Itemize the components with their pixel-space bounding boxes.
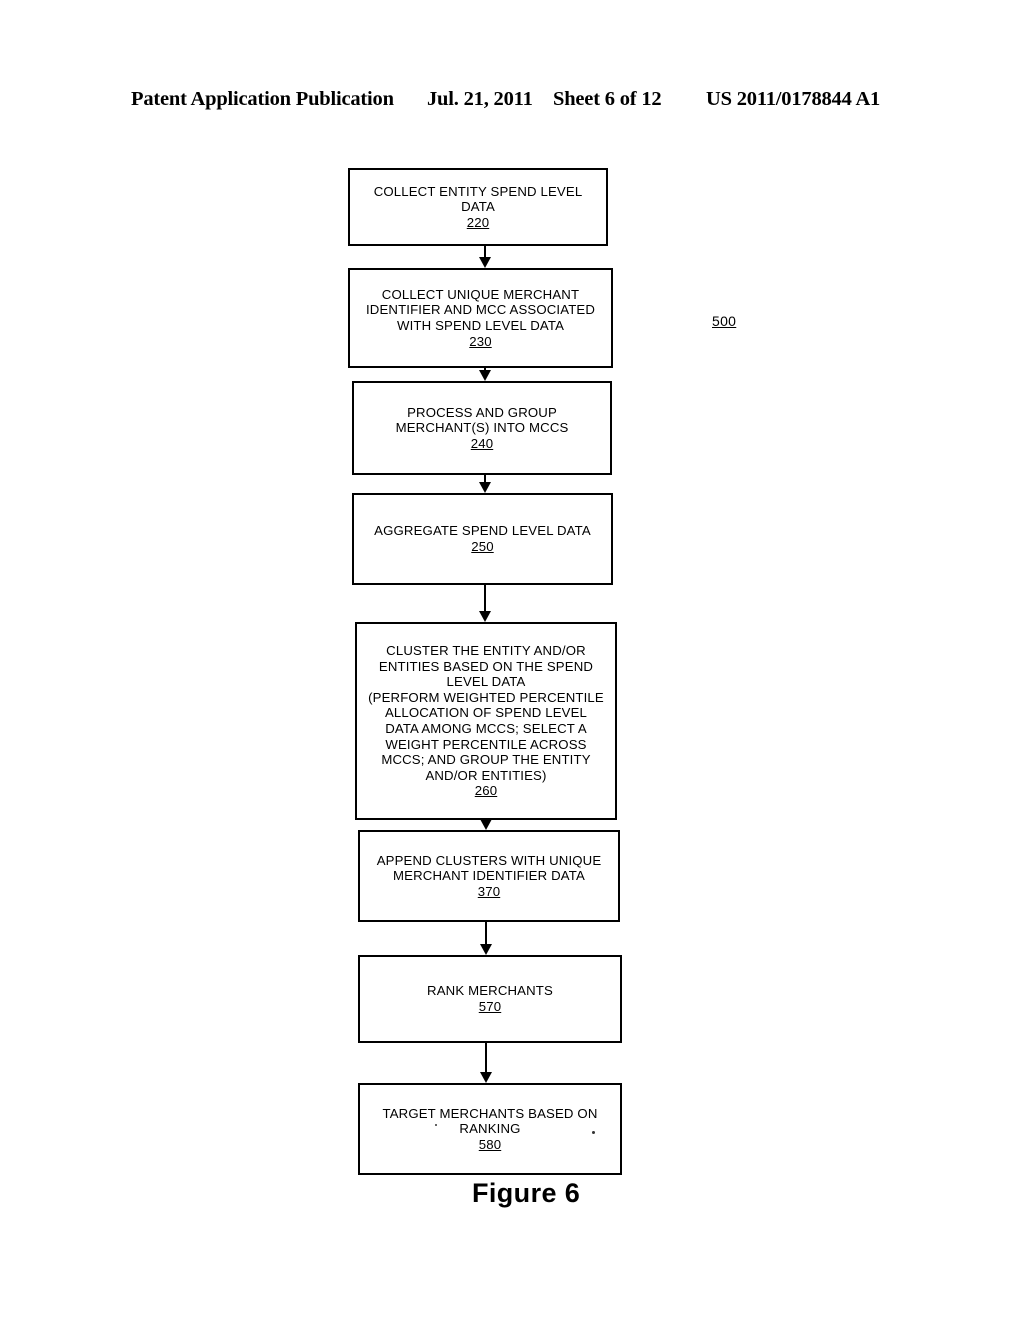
arrow-head-icon — [479, 257, 491, 268]
arrow-shaft — [485, 1043, 487, 1073]
scan-artifact-speck — [435, 1124, 437, 1126]
arrow-220-to-230 — [478, 246, 492, 268]
node-260-reference: 260 — [475, 783, 497, 799]
arrow-head-icon — [479, 370, 491, 381]
diagram-reference-label: 500 — [712, 313, 736, 329]
node-230-reference: 230 — [469, 334, 491, 350]
arrow-shaft — [484, 585, 486, 612]
node-240-reference: 240 — [471, 436, 493, 452]
flowchart-diagram: COLLECT ENTITY SPEND LEVEL DATA 220 COLL… — [0, 0, 1024, 1320]
node-260-text: CLUSTER THE ENTITY AND/OR ENTITIES BASED… — [368, 643, 604, 783]
node-220-reference: 220 — [467, 215, 489, 231]
node-250-reference: 250 — [471, 539, 493, 555]
arrow-head-icon — [479, 611, 491, 622]
arrow-260-to-370 — [479, 820, 493, 830]
node-370-reference: 370 — [478, 884, 500, 900]
node-240-text: PROCESS AND GROUP MERCHANT(S) INTO MCCS — [396, 405, 569, 436]
arrow-230-to-240 — [478, 368, 492, 381]
node-220-text: COLLECT ENTITY SPEND LEVEL DATA — [374, 184, 583, 215]
arrow-250-to-260 — [478, 585, 492, 622]
arrow-head-icon — [480, 1072, 492, 1083]
node-230-text: COLLECT UNIQUE MERCHANT IDENTIFIER AND M… — [366, 287, 595, 334]
flowchart-node-570: RANK MERCHANTS 570 — [358, 955, 622, 1043]
arrow-240-to-250 — [478, 475, 492, 493]
flowchart-node-260: CLUSTER THE ENTITY AND/OR ENTITIES BASED… — [355, 622, 617, 820]
figure-caption: Figure 6 — [472, 1178, 580, 1209]
node-570-reference: 570 — [479, 999, 501, 1015]
arrow-shaft — [485, 922, 487, 945]
flowchart-node-250: AGGREGATE SPEND LEVEL DATA 250 — [352, 493, 613, 585]
flowchart-node-370: APPEND CLUSTERS WITH UNIQUE MERCHANT IDE… — [358, 830, 620, 922]
node-250-text: AGGREGATE SPEND LEVEL DATA — [374, 523, 591, 539]
arrow-570-to-580 — [479, 1043, 493, 1083]
node-570-text: RANK MERCHANTS — [427, 983, 553, 999]
arrow-head-icon — [480, 944, 492, 955]
arrow-370-to-570 — [479, 922, 493, 955]
arrow-head-icon — [479, 482, 491, 493]
node-370-text: APPEND CLUSTERS WITH UNIQUE MERCHANT IDE… — [377, 853, 602, 884]
arrow-head-icon — [480, 819, 492, 830]
flowchart-node-580: TARGET MERCHANTS BASED ON RANKING 580 — [358, 1083, 622, 1175]
scan-artifact-speck — [592, 1131, 595, 1134]
node-580-reference: 580 — [479, 1137, 501, 1153]
flowchart-node-220: COLLECT ENTITY SPEND LEVEL DATA 220 — [348, 168, 608, 246]
flowchart-node-230: COLLECT UNIQUE MERCHANT IDENTIFIER AND M… — [348, 268, 613, 368]
flowchart-node-240: PROCESS AND GROUP MERCHANT(S) INTO MCCS … — [352, 381, 612, 475]
node-580-text: TARGET MERCHANTS BASED ON RANKING — [382, 1106, 597, 1137]
